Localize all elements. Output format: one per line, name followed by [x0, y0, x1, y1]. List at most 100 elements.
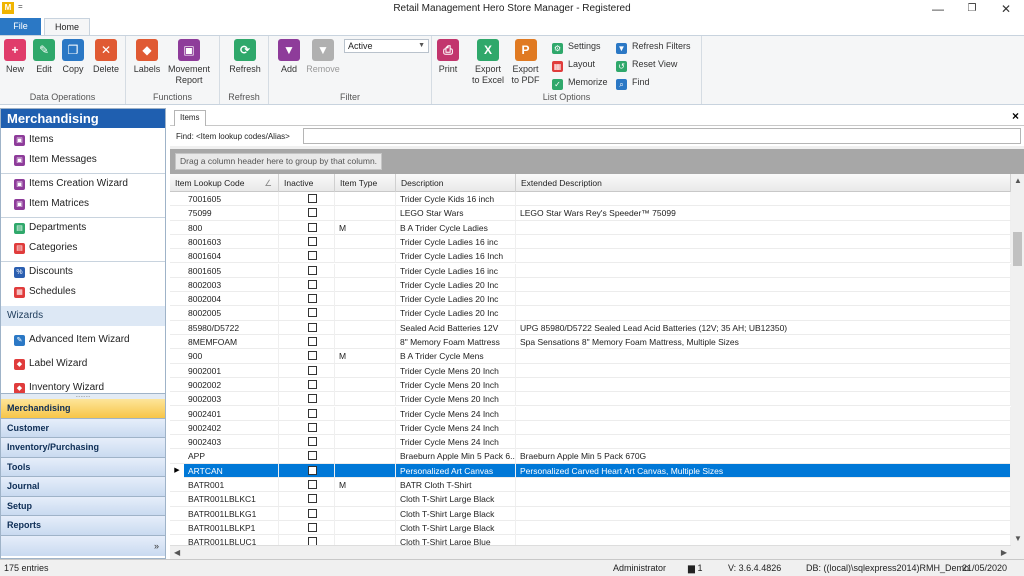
- inactive-checkbox[interactable]: [308, 422, 317, 432]
- nav-section-tools[interactable]: Tools: [1, 457, 165, 477]
- filter-select[interactable]: Active ▼: [344, 39, 429, 53]
- table-row[interactable]: 9002003 Trider Cycle Mens 20 Inch: [170, 392, 1011, 407]
- inactive-checkbox[interactable]: [308, 494, 317, 504]
- vertical-scroll-thumb[interactable]: [1013, 232, 1022, 266]
- inactive-checkbox[interactable]: [308, 194, 317, 203]
- group-by-zone[interactable]: Drag a column header here to group by th…: [170, 149, 1024, 174]
- nav-item-discounts[interactable]: % Discounts: [1, 262, 165, 282]
- nav-section-journal[interactable]: Journal: [1, 477, 165, 497]
- print-button[interactable]: ⎙ Print: [435, 39, 461, 75]
- nav-item-items-creation-wizard[interactable]: ▣ Items Creation Wizard: [1, 174, 165, 194]
- copy-button[interactable]: ❐ Copy: [59, 39, 87, 75]
- find-input[interactable]: [303, 128, 1021, 144]
- table-row[interactable]: 8002004 Trider Cycle Ladies 20 Inc: [170, 292, 1011, 307]
- table-row[interactable]: 9002002 Trider Cycle Mens 20 Inch: [170, 377, 1011, 393]
- nav-item-advanced-item-wizard[interactable]: ✎ Advanced Item Wizard: [1, 328, 165, 352]
- inactive-checkbox[interactable]: [308, 208, 317, 218]
- refresh-filters-button[interactable]: ▼ Refresh Filters: [616, 39, 691, 54]
- table-row[interactable]: 9002401 Trider Cycle Mens 24 Inch: [170, 406, 1011, 421]
- inactive-checkbox[interactable]: [308, 222, 317, 232]
- table-row[interactable]: 9002402 Trider Cycle Mens 24 Inch: [170, 420, 1011, 436]
- nav-section-setup[interactable]: Setup: [1, 496, 165, 516]
- column-header-description[interactable]: Description: [396, 174, 516, 192]
- restore-button[interactable]: ❐: [955, 0, 989, 18]
- scroll-up-icon[interactable]: ▲: [1014, 176, 1022, 185]
- table-row[interactable]: 8MEMFOAM 8" Memory Foam Mattress Spa Sensa…: [170, 335, 1011, 350]
- table-row[interactable]: 9002403 Trider Cycle Mens 24 Inch: [170, 435, 1011, 450]
- add-filter-button[interactable]: ▼ Add: [277, 39, 301, 75]
- minimize-button[interactable]: —: [921, 0, 955, 18]
- column-header-extended-description[interactable]: Extended Description: [516, 174, 1011, 192]
- inactive-checkbox[interactable]: [308, 465, 317, 475]
- inactive-checkbox[interactable]: [308, 437, 317, 447]
- table-row[interactable]: 800 M B A Trider Cycle Ladies: [170, 220, 1011, 235]
- tab-items[interactable]: Items: [174, 110, 206, 126]
- nav-item-label-wizard[interactable]: ◆ Label Wizard: [1, 352, 165, 376]
- close-icon[interactable]: ×: [1012, 109, 1019, 123]
- table-row[interactable]: 9002001 Trider Cycle Mens 20 Inch: [170, 363, 1011, 378]
- column-header-inactive[interactable]: Inactive: [279, 174, 335, 192]
- table-row[interactable]: 900 M B A Trider Cycle Mens: [170, 349, 1011, 364]
- delete-button[interactable]: ✕ Delete: [91, 39, 121, 75]
- scroll-right-icon[interactable]: ▶: [1001, 548, 1007, 557]
- nav-section-inventory-purchasing[interactable]: Inventory/Purchasing: [1, 438, 165, 458]
- nav-item-departments[interactable]: ▤ Departments: [1, 218, 165, 238]
- edit-button[interactable]: ✎ Edit: [31, 39, 57, 75]
- inactive-checkbox[interactable]: [308, 480, 317, 489]
- inactive-checkbox[interactable]: [308, 279, 317, 289]
- remove-filter-button[interactable]: ▼ Remove: [305, 39, 341, 75]
- inactive-checkbox[interactable]: [308, 308, 317, 318]
- table-row[interactable]: 75099 LEGO Star Wars LEGO Star Wars Rey's …: [170, 206, 1011, 221]
- inactive-checkbox[interactable]: [308, 351, 317, 361]
- nav-item-categories[interactable]: ▤ Categories: [1, 238, 165, 258]
- inactive-checkbox[interactable]: [308, 451, 317, 461]
- table-row[interactable]: 8001604 Trider Cycle Ladies 16 Inch: [170, 249, 1011, 264]
- inactive-checkbox[interactable]: [308, 337, 317, 346]
- table-row[interactable]: 8002005 Trider Cycle Ladies 20 Inc: [170, 306, 1011, 321]
- refresh-button[interactable]: ⟳ Refresh: [229, 39, 261, 75]
- find-button[interactable]: ⌕ Find: [616, 75, 650, 90]
- inactive-checkbox[interactable]: [308, 322, 317, 332]
- table-row[interactable]: BATR001LBLKP1 Cloth T-Shirt Large Black: [170, 520, 1011, 536]
- table-row[interactable]: BATR001 M BATR Cloth T-Shirt: [170, 478, 1011, 493]
- settings-button[interactable]: ⚙ Settings: [552, 39, 601, 54]
- table-row[interactable]: 8001605 Trider Cycle Ladies 16 inc: [170, 263, 1011, 278]
- table-row[interactable]: ▶ ARTCAN Personalized Art Canvas Personaliz…: [170, 463, 1011, 478]
- nav-item-schedules[interactable]: ▦ Schedules: [1, 282, 165, 302]
- nav-section-customer[interactable]: Customer: [1, 418, 165, 438]
- layout-button[interactable]: ▦ Layout: [552, 57, 595, 72]
- movement-report-button[interactable]: ▣ Movement Report: [166, 39, 212, 86]
- nav-configure-button[interactable]: »: [1, 535, 165, 556]
- table-row[interactable]: BATR001LBLKC1 Cloth T-Shirt Large Black: [170, 492, 1011, 507]
- memorize-button[interactable]: ✓ Memorize: [552, 75, 608, 90]
- inactive-checkbox[interactable]: [308, 379, 317, 389]
- close-window-button[interactable]: ✕: [989, 0, 1023, 18]
- table-row[interactable]: 7001605 Trider Cycle Kids 16 inch: [170, 192, 1011, 207]
- new-button[interactable]: + New: [3, 39, 27, 75]
- vertical-scrollbar[interactable]: ▲ ▼: [1011, 174, 1024, 545]
- nav-item-item-messages[interactable]: ▣ Item Messages: [1, 150, 165, 170]
- reset-view-button[interactable]: ↺ Reset View: [616, 57, 677, 72]
- nav-section-reports[interactable]: Reports: [1, 516, 165, 536]
- tab-home[interactable]: Home: [44, 18, 90, 36]
- inactive-checkbox[interactable]: [308, 365, 317, 375]
- column-header-item-lookup-code[interactable]: Item Lookup Code ∠: [170, 174, 279, 192]
- table-row[interactable]: APP Braeburn Apple Min 5 Pack 6... Braebur…: [170, 449, 1011, 464]
- inactive-checkbox[interactable]: [308, 522, 317, 532]
- table-row[interactable]: BATR001LBLUC1 Cloth T-Shirt Large Blue: [170, 535, 1011, 545]
- table-row[interactable]: 85980/D5722 Sealed Acid Batteries 12V UPG …: [170, 320, 1011, 335]
- horizontal-scrollbar[interactable]: ◀ ▶: [170, 545, 1011, 559]
- inactive-checkbox[interactable]: [308, 394, 317, 404]
- export-excel-button[interactable]: X Export to Excel: [470, 39, 506, 86]
- export-pdf-button[interactable]: P Export to PDF: [509, 39, 542, 86]
- table-row[interactable]: BATR001LBLKG1 Cloth T-Shirt Large Black: [170, 506, 1011, 521]
- nav-section-merchandising[interactable]: Merchandising: [1, 399, 165, 419]
- tab-file[interactable]: File: [0, 18, 41, 35]
- inactive-checkbox[interactable]: [308, 508, 317, 518]
- inactive-checkbox[interactable]: [308, 537, 317, 545]
- table-row[interactable]: 8002003 Trider Cycle Ladies 20 Inc: [170, 277, 1011, 293]
- table-row[interactable]: 8001603 Trider Cycle Ladies 16 inc: [170, 234, 1011, 250]
- inactive-checkbox[interactable]: [308, 408, 317, 418]
- nav-item-item-matrices[interactable]: ▣ Item Matrices: [1, 194, 165, 214]
- labels-button[interactable]: ◆ Labels: [132, 39, 162, 75]
